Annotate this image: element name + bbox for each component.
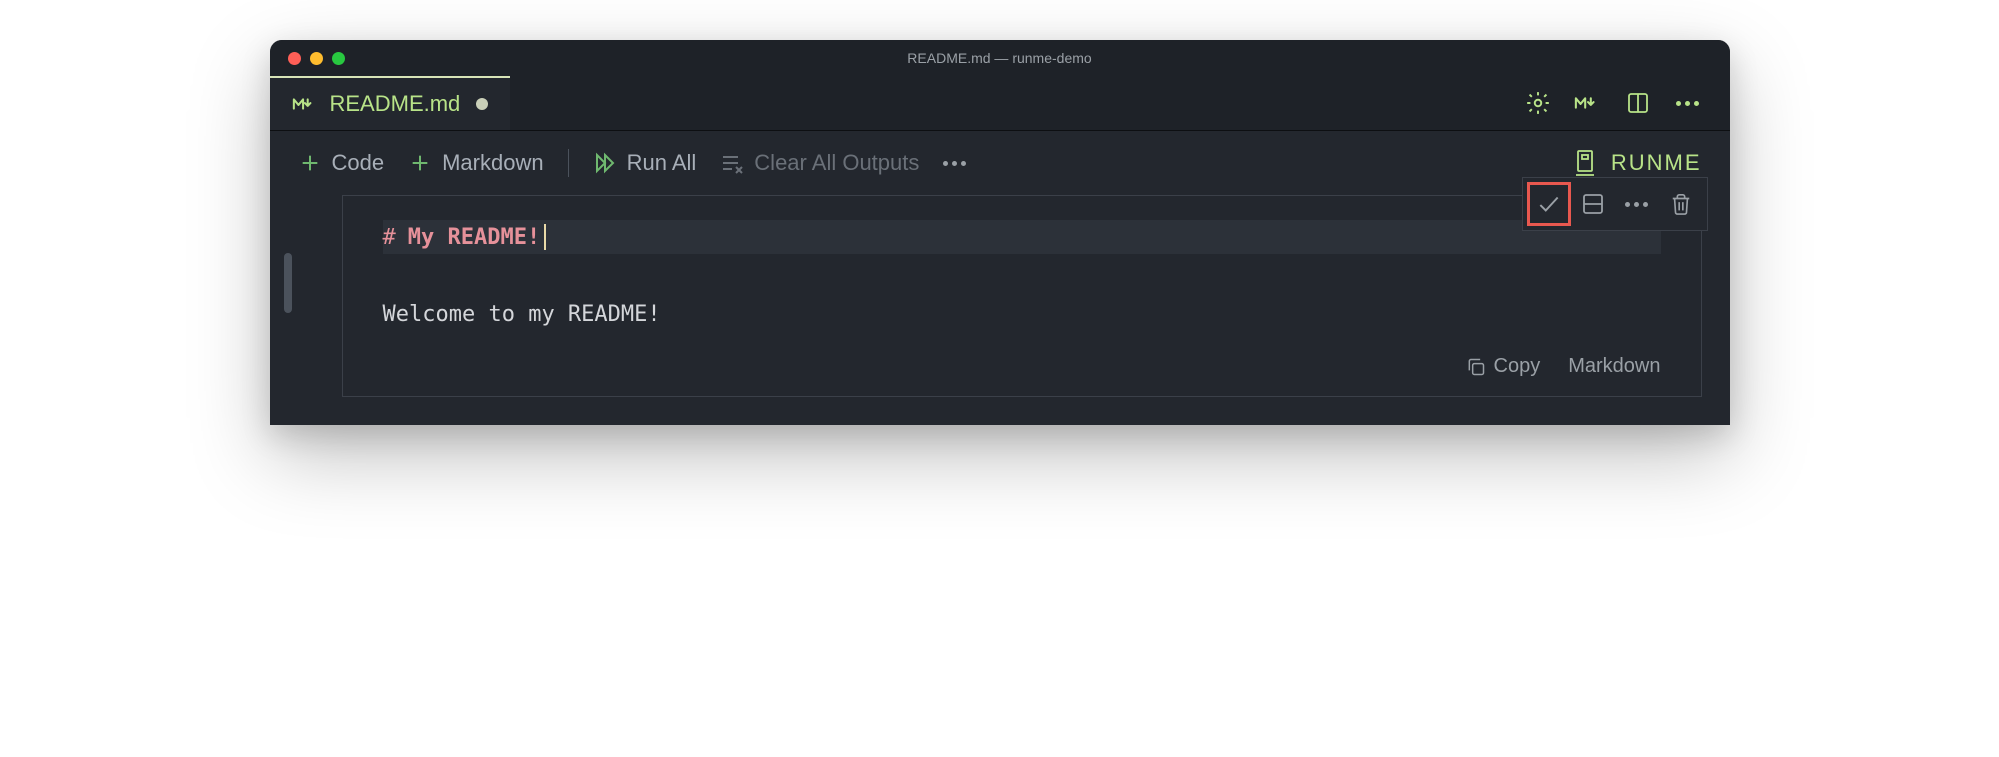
text-cursor [544, 224, 546, 250]
dirty-indicator-icon [476, 98, 488, 110]
markdown-cell[interactable]: # My README! Welcome to my README! Copy … [342, 195, 1702, 397]
maximize-window-button[interactable] [332, 52, 345, 65]
split-cell-button[interactable] [1571, 182, 1615, 226]
settings-gear-icon[interactable] [1524, 89, 1552, 117]
minimize-window-button[interactable] [310, 52, 323, 65]
plus-icon [408, 151, 432, 175]
delete-cell-button[interactable] [1659, 182, 1703, 226]
toolbar-divider [568, 149, 569, 177]
runme-kernel-button[interactable]: RUNME [1573, 150, 1702, 176]
runme-label: RUNME [1611, 150, 1702, 176]
tab-bar: README.md [270, 76, 1730, 131]
traffic-lights [270, 52, 345, 65]
editor-body-text[interactable]: Welcome to my README! [383, 302, 1661, 327]
cell-more-button[interactable] [1615, 182, 1659, 226]
ellipsis-icon [943, 161, 966, 166]
heading-text: My README! [408, 225, 540, 250]
markdown-preview-icon[interactable] [1574, 89, 1602, 117]
kernel-icon [1573, 151, 1597, 175]
run-all-button[interactable]: Run All [593, 150, 697, 176]
add-code-button[interactable]: Code [298, 150, 385, 176]
ellipsis-icon [1625, 202, 1648, 207]
editor-line-1[interactable]: # My README! [383, 220, 1661, 254]
copy-button[interactable]: Copy [1466, 355, 1541, 378]
window-title: README.md — runme-demo [907, 50, 1091, 66]
notebook-toolbar: Code Markdown Run All Clear All Outputs [270, 131, 1730, 195]
titlebar: README.md — runme-demo [270, 40, 1730, 76]
split-editor-icon[interactable] [1624, 89, 1652, 117]
tab-readme[interactable]: README.md [270, 76, 511, 130]
notebook-content: # My README! Welcome to my README! Copy … [270, 195, 1730, 425]
close-window-button[interactable] [288, 52, 301, 65]
copy-label: Copy [1494, 355, 1541, 378]
editor-window: README.md — runme-demo README.md [270, 40, 1730, 425]
cell-footer: Copy Markdown [383, 355, 1661, 378]
clear-outputs-label: Clear All Outputs [754, 150, 919, 176]
more-actions-icon[interactable] [1674, 89, 1702, 117]
copy-icon [1466, 356, 1486, 378]
add-markdown-label: Markdown [442, 150, 543, 176]
tab-label: README.md [330, 91, 461, 117]
run-all-icon [593, 151, 617, 175]
scrollbar-thumb[interactable] [284, 253, 292, 313]
add-code-label: Code [332, 150, 385, 176]
heading-marker: # [383, 225, 396, 250]
tabbar-actions [1524, 89, 1730, 117]
run-all-label: Run All [627, 150, 697, 176]
stop-editing-button[interactable] [1527, 182, 1571, 226]
cell-language-label[interactable]: Markdown [1568, 355, 1660, 378]
markdown-file-icon [292, 92, 316, 116]
clear-outputs-icon [720, 151, 744, 175]
clear-outputs-button[interactable]: Clear All Outputs [720, 150, 919, 176]
cell-editor[interactable]: # My README! Welcome to my README! Copy … [342, 195, 1702, 397]
cell-toolbar [1522, 177, 1708, 231]
add-markdown-button[interactable]: Markdown [408, 150, 543, 176]
toolbar-more-button[interactable] [943, 161, 966, 166]
plus-icon [298, 151, 322, 175]
